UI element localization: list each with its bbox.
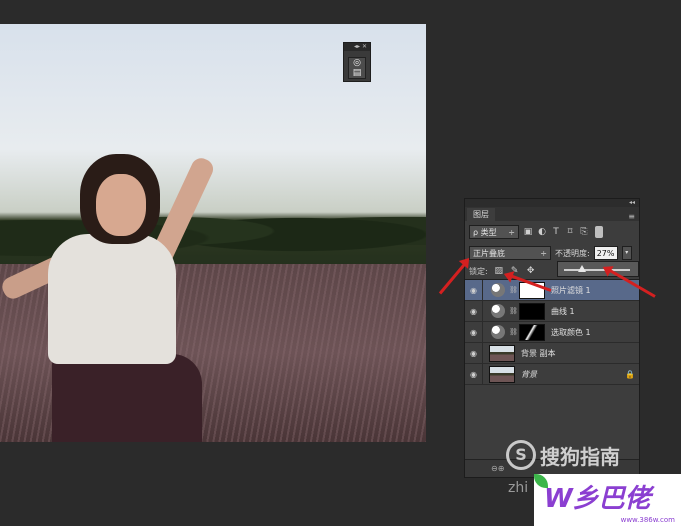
opacity-input[interactable]: 27% xyxy=(593,246,618,260)
panel-menu-icon[interactable]: ≡ xyxy=(628,212,639,221)
link-chain-icon[interactable]: ⛓ xyxy=(509,328,518,336)
adjustment-layer-icon xyxy=(491,304,505,318)
layer-name: 背景 xyxy=(521,369,537,379)
filter-type-label: ρ 类型 xyxy=(473,227,497,237)
sogou-logo-icon: S xyxy=(506,440,536,470)
smart-object-filter-icon[interactable]: ⎘ xyxy=(579,227,589,237)
layer-photo-filter[interactable]: ◉ ⛓ 照片滤镜 1 xyxy=(465,280,639,301)
visibility-eye-icon[interactable]: ◉ xyxy=(465,364,483,384)
opacity-label: 不透明度: xyxy=(555,248,590,258)
blend-mode-value: 正片叠底 xyxy=(473,248,505,258)
layers-tab-bar: 图层 ≡ xyxy=(465,207,639,221)
filter-toggle[interactable] xyxy=(595,226,603,238)
filter-type-select[interactable]: ρ 类型 ÷ xyxy=(469,225,519,239)
blend-row: 正片叠底 ÷ 不透明度: 27% ▾ xyxy=(465,243,639,263)
canvas-photo[interactable] xyxy=(0,24,426,442)
layer-mask-thumbnail[interactable] xyxy=(519,302,545,320)
site-watermark-text: W乡巴佬 xyxy=(544,484,651,514)
girl-shirt xyxy=(48,234,176,364)
blend-mode-select[interactable]: 正片叠底 ÷ xyxy=(469,246,551,260)
sogou-watermark: S 搜狗指南 xyxy=(506,440,620,470)
link-chain-icon[interactable]: ⛓ xyxy=(509,286,518,294)
filter-row: ρ 类型 ÷ ▣ ◐ T ⌑ ⎘ xyxy=(465,221,639,243)
sogou-watermark-text: 搜狗指南 xyxy=(540,444,620,469)
lock-label: 锁定: xyxy=(469,266,488,276)
visibility-eye-icon[interactable]: ◉ xyxy=(465,301,483,321)
layer-background-copy[interactable]: ◉ 背景 副本 xyxy=(465,343,639,364)
chevron-updown-icon: ÷ xyxy=(508,227,515,237)
visibility-eye-icon[interactable]: ◉ xyxy=(465,280,483,300)
adjustment-layer-icon xyxy=(491,325,505,339)
layer-curves[interactable]: ◉ ⛓ 曲线 1 xyxy=(465,301,639,322)
visibility-eye-icon[interactable]: ◉ xyxy=(465,343,483,363)
panel-collapse-icon[interactable]: ◂◂ xyxy=(465,199,639,207)
layer-thumbnail[interactable] xyxy=(489,365,515,383)
chevron-updown-icon: ÷ xyxy=(540,248,547,258)
layer-mask-thumbnail[interactable] xyxy=(519,323,545,341)
lock-icon: 🔒 xyxy=(625,369,635,379)
pixel-filter-icon[interactable]: ▣ xyxy=(523,227,533,237)
layer-selective-color[interactable]: ◉ ⛓ 选取颜色 1 xyxy=(465,322,639,343)
shape-filter-icon[interactable]: ⌑ xyxy=(565,227,575,237)
layer-name: 选取颜色 1 xyxy=(551,327,591,337)
site-watermark: W乡巴佬 www.386w.com xyxy=(534,474,681,526)
site-url-text: www.386w.com xyxy=(620,516,675,524)
opacity-dropdown-icon[interactable]: ▾ xyxy=(621,246,632,260)
opacity-slider-thumb[interactable] xyxy=(577,265,586,272)
adjustments-panel-icon[interactable]: ◎ ▤ xyxy=(348,57,366,79)
adjustment-layer-icon xyxy=(491,283,505,297)
lock-position-icon[interactable]: ✥ xyxy=(526,266,536,276)
layer-thumbnail[interactable] xyxy=(489,344,515,362)
girl-skirt xyxy=(52,354,202,442)
layer-name: 照片滤镜 1 xyxy=(551,285,591,295)
adjustment-filter-icon[interactable]: ◐ xyxy=(537,227,547,237)
layer-list: ◉ ⛓ 照片滤镜 1 ◉ ⛓ 曲线 1 ◉ ⛓ 选取颜色 1 ◉ 背景 副本 ◉ xyxy=(465,279,639,385)
layer-name: 背景 副本 xyxy=(521,348,556,358)
layers-panel: ◂◂ 图层 ≡ ρ 类型 ÷ ▣ ◐ T ⌑ ⎘ 正片叠底 ÷ 不透明度: 27… xyxy=(464,198,640,478)
lock-transparent-icon[interactable]: ▨ xyxy=(494,266,504,276)
layer-name: 曲线 1 xyxy=(551,306,575,316)
layer-background[interactable]: ◉ 背景 🔒 xyxy=(465,364,639,385)
type-filter-icon[interactable]: T xyxy=(551,227,561,237)
link-layers-icon[interactable]: ⊖⊕ xyxy=(491,464,504,473)
opacity-slider-popup[interactable] xyxy=(557,261,639,277)
visibility-eye-icon[interactable]: ◉ xyxy=(465,322,483,342)
red-arrow-annotation xyxy=(438,261,467,295)
tab-layers[interactable]: 图层 xyxy=(467,208,495,221)
mini-floating-panel[interactable]: ◂▸ ✕ ◎ ▤ xyxy=(343,42,371,82)
opacity-slider-track[interactable] xyxy=(564,269,630,271)
zhi-watermark-text: zhi xyxy=(508,480,529,496)
mini-panel-bar[interactable]: ◂▸ ✕ xyxy=(344,43,370,51)
link-chain-icon[interactable]: ⛓ xyxy=(509,307,518,315)
girl-face xyxy=(96,174,146,236)
